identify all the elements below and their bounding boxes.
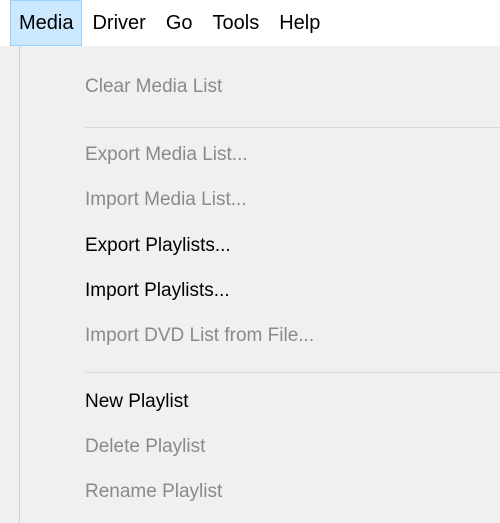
menu-item-export-media-list[interactable]: Export Media List... [85, 140, 248, 170]
menu-item-import-playlists[interactable]: Import Playlists... [85, 276, 230, 306]
menu-item-import-dvd-list[interactable]: Import DVD List from File... [85, 321, 314, 351]
menu-media[interactable]: Media [10, 0, 83, 46]
menu-item-import-media-list[interactable]: Import Media List... [85, 185, 247, 215]
menu-help[interactable]: Help [269, 0, 330, 46]
media-dropdown-menu: Clear Media List Export Media List... Im… [19, 46, 500, 523]
menu-item-new-playlist[interactable]: New Playlist [85, 387, 188, 417]
menu-driver[interactable]: Driver [82, 0, 155, 46]
menu-separator [85, 372, 500, 373]
menu-item-delete-playlist[interactable]: Delete Playlist [85, 432, 205, 462]
menu-separator [85, 127, 500, 128]
menu-tools[interactable]: Tools [203, 0, 270, 46]
menu-item-clear-media-list[interactable]: Clear Media List [85, 72, 222, 102]
menu-item-rename-playlist[interactable]: Rename Playlist [85, 477, 222, 507]
menu-go[interactable]: Go [156, 0, 203, 46]
application-window: Media Driver Go Tools Help Clear Media L… [0, 0, 500, 523]
menu-bar: Media Driver Go Tools Help [0, 0, 500, 46]
menu-item-export-playlists[interactable]: Export Playlists... [85, 231, 231, 261]
